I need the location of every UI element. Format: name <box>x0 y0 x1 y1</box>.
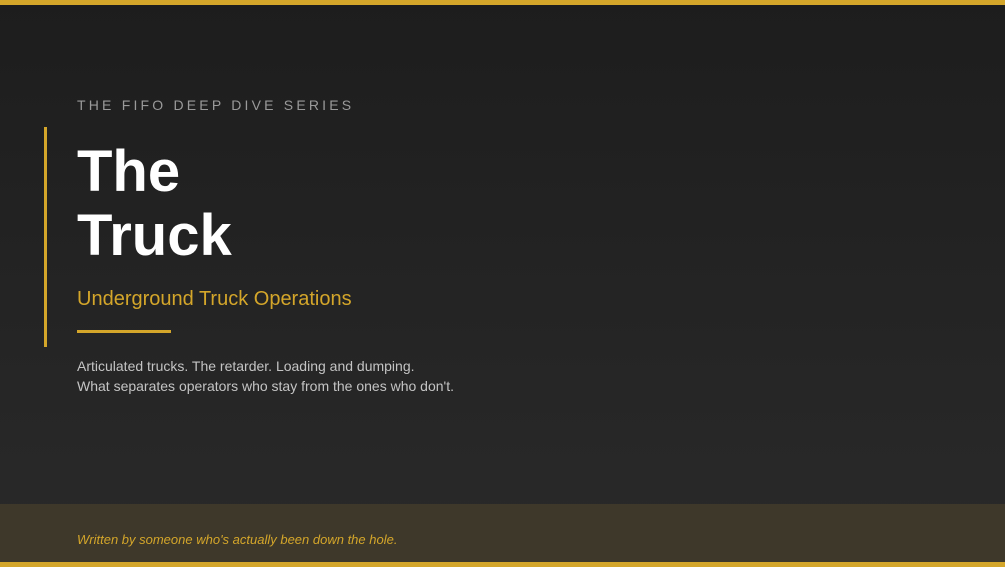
bottom-accent-bar <box>0 562 1005 567</box>
description-line-2: What separates operators who stay from t… <box>77 378 454 394</box>
page-title: The Truck <box>77 140 232 268</box>
subtitle: Underground Truck Operations <box>77 288 352 310</box>
top-accent-bar <box>0 0 1005 5</box>
footer-tagline: Written by someone who's actually been d… <box>77 532 398 547</box>
series-label: THE FIFO DEEP DIVE SERIES <box>77 97 355 113</box>
subtitle-divider <box>77 330 171 333</box>
description: Articulated trucks. The retarder. Loadin… <box>77 356 454 396</box>
title-line-1: The <box>77 139 181 204</box>
footer: Written by someone who's actually been d… <box>0 504 1005 562</box>
title-line-2: Truck <box>77 203 232 268</box>
title-accent-line <box>44 127 47 347</box>
description-line-1: Articulated trucks. The retarder. Loadin… <box>77 358 415 374</box>
